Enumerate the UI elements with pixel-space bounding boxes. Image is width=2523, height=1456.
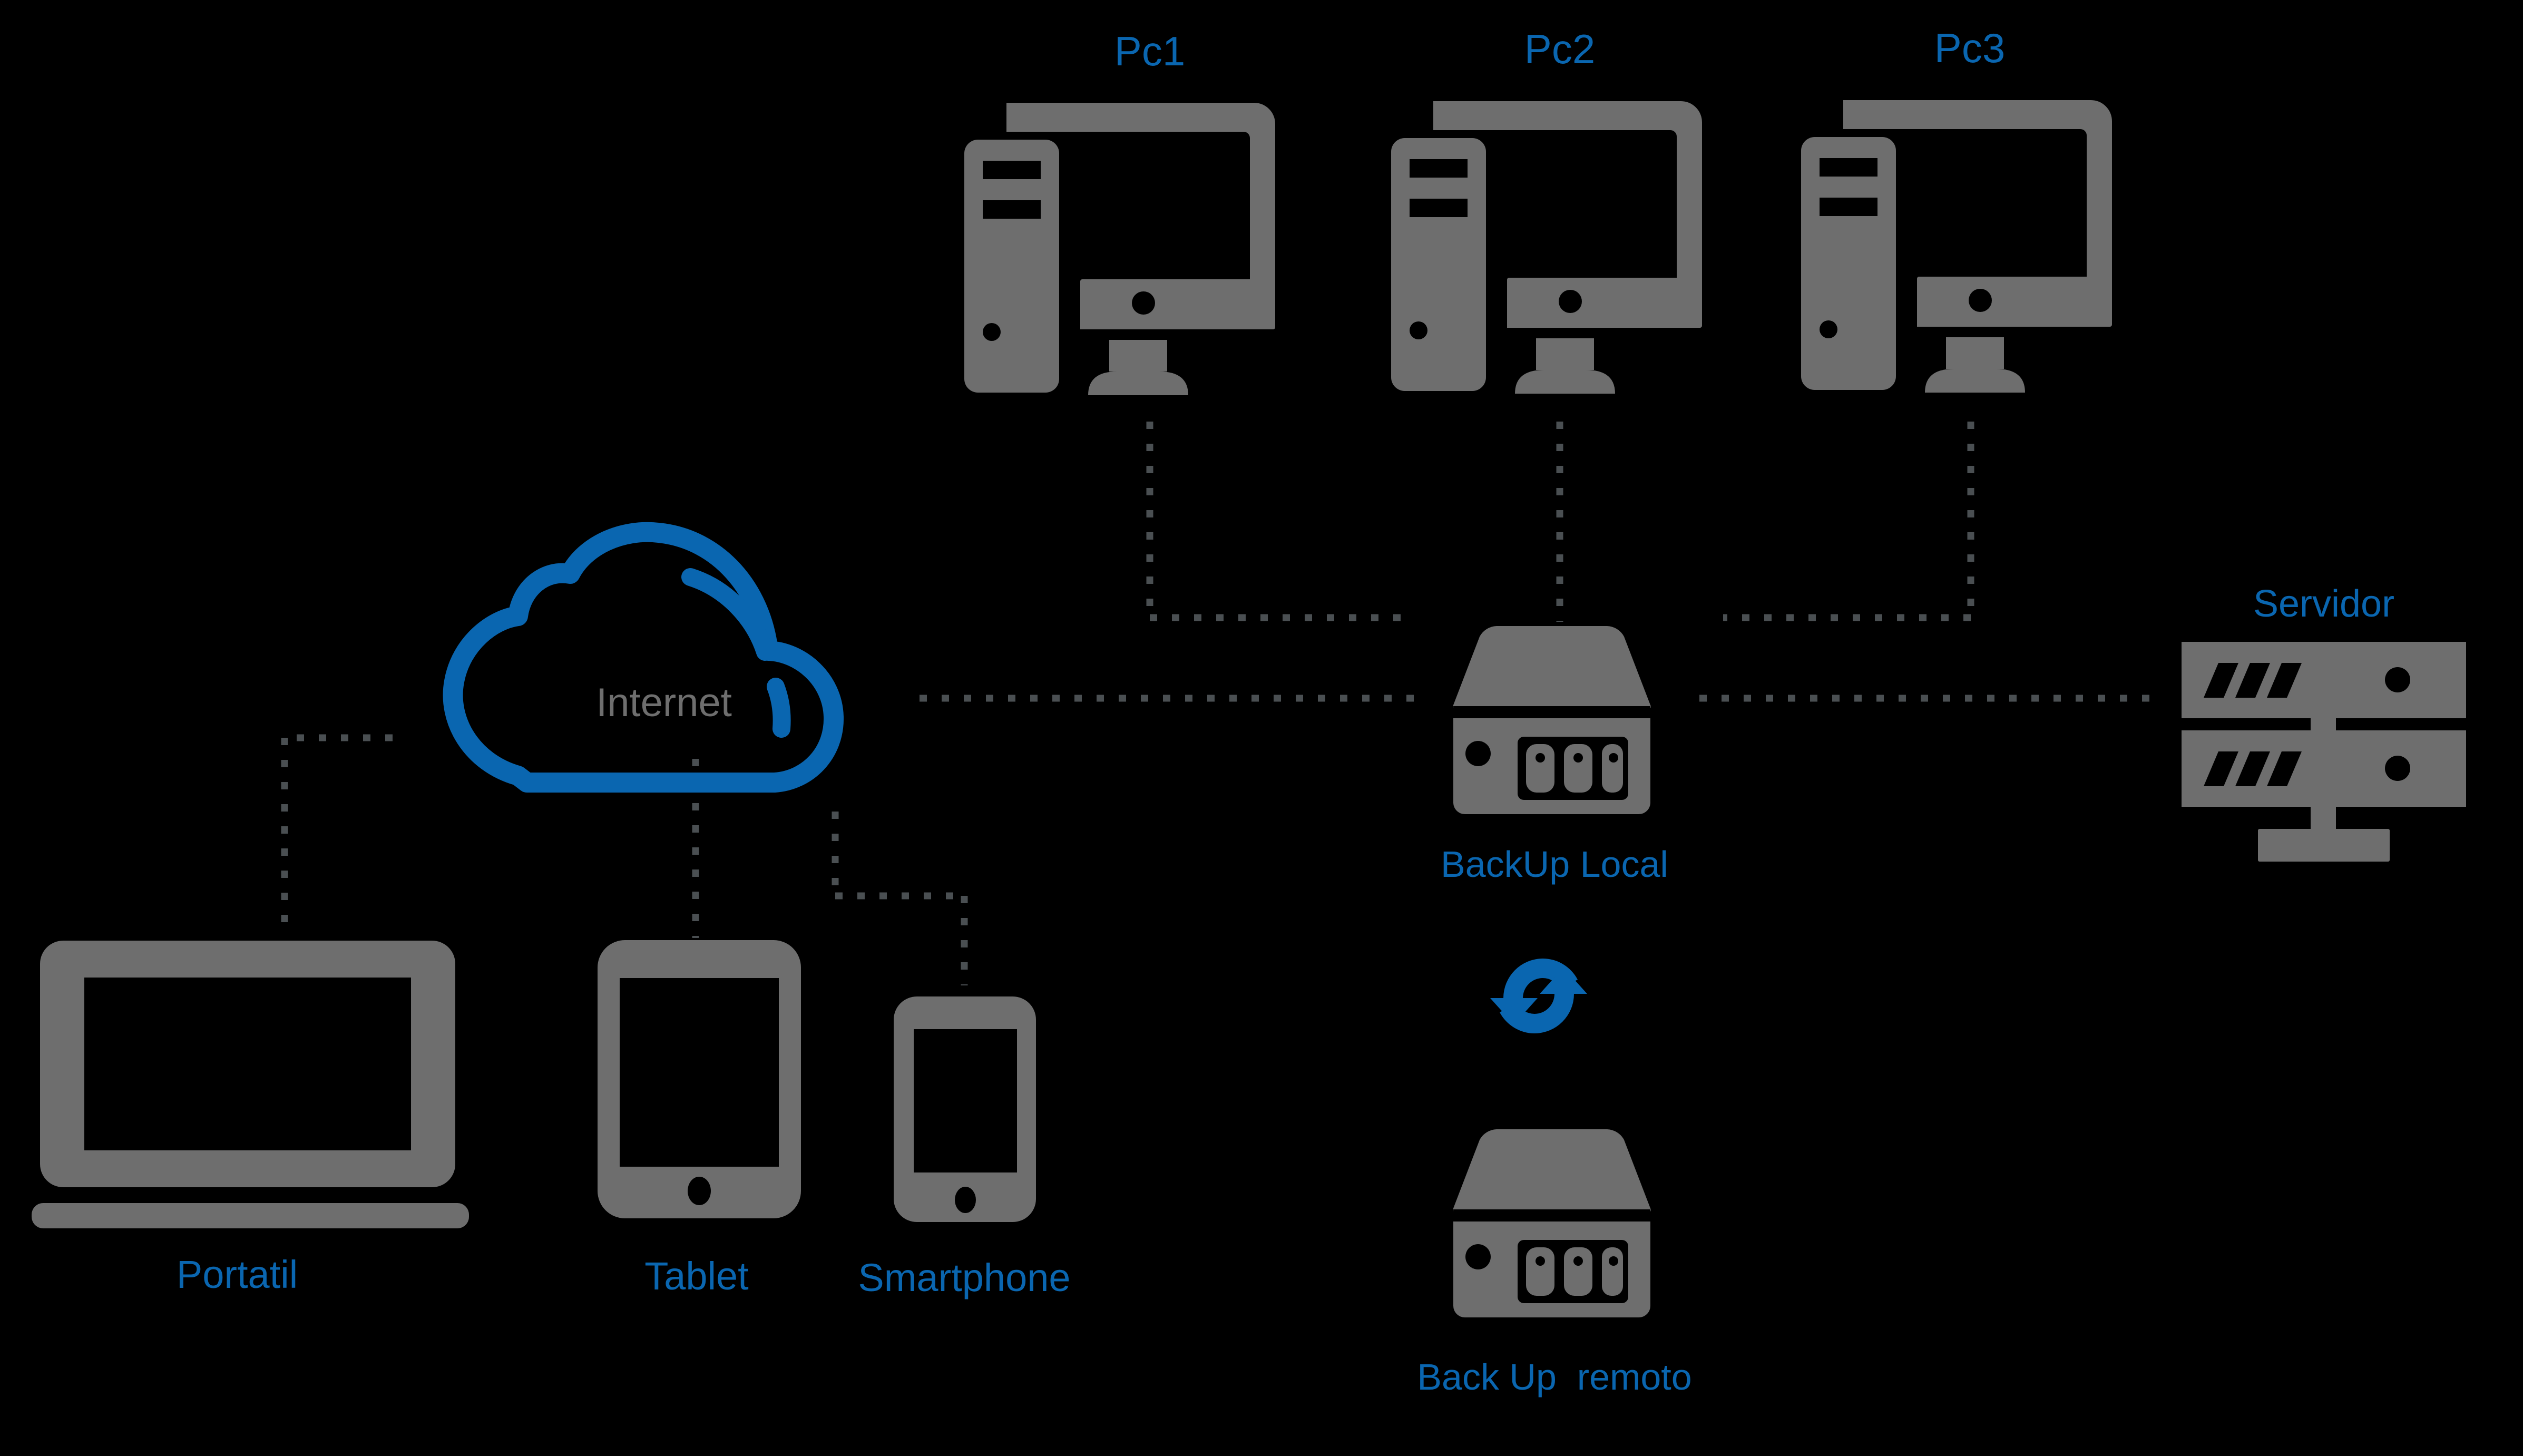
server-rack-icon[interactable] [2182,642,2466,868]
network-diagram-canvas: Pc1 Pc2 Pc3 Internet BackUp Local Back U… [0,0,2523,1456]
pc2-icon[interactable] [1381,91,1707,402]
tablet-icon[interactable] [591,937,807,1222]
smartphone-icon[interactable] [888,993,1041,1225]
backup-local-power-led [1465,741,1491,766]
pc3-icon[interactable] [1791,90,2117,400]
tablet-home-button [688,1177,711,1205]
server-led-top [2385,667,2410,692]
pc3-label: Pc3 [1934,25,2006,71]
smartphone-screen [914,1029,1017,1172]
backup-remote-drive-bays [1518,1240,1628,1303]
tablet-label: Tablet [644,1254,749,1298]
backup-remote-power-led [1465,1244,1491,1269]
smartphone-home-button [955,1187,976,1213]
laptop-base [32,1203,469,1228]
cloud-icon[interactable] [432,519,906,804]
pc2-label: Pc2 [1524,26,1596,72]
sync-arrows-icon[interactable] [1486,946,1591,1046]
backup-local-drive-bays [1518,737,1628,800]
server-vent-slashes [2204,663,2302,786]
backup-remote-icon[interactable] [1446,1125,1657,1320]
laptop-icon[interactable] [32,925,501,1241]
smartphone-label: Smartphone [858,1256,1071,1299]
internet-label: Internet [596,680,732,725]
pc1-label: Pc1 [1114,28,1186,74]
servidor-label: Servidor [2253,583,2395,625]
portatil-label: Portatil [176,1253,298,1296]
server-led-bottom [2385,756,2410,781]
backup-remote-label: Back Up remoto [1417,1356,1692,1398]
backup-local-label: BackUp Local [1441,844,1668,885]
pc1-icon[interactable] [954,92,1280,403]
tablet-screen [620,978,779,1167]
backup-local-icon[interactable] [1446,622,1657,817]
